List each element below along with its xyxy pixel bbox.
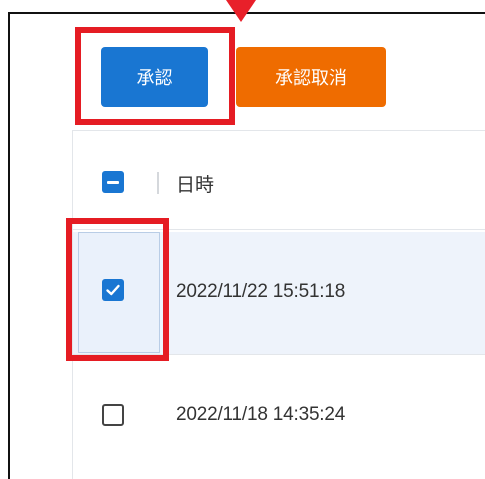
pointer-arrow-icon xyxy=(226,0,256,22)
row-checkbox[interactable] xyxy=(102,279,124,301)
select-all-checkbox[interactable] xyxy=(102,171,124,193)
column-divider xyxy=(157,172,159,194)
column-header-datetime[interactable]: 日時 xyxy=(176,170,214,197)
datetime-cell: 2022/11/22 15:51:18 xyxy=(176,281,346,302)
row-checkbox[interactable] xyxy=(102,404,124,426)
checkmark-icon xyxy=(106,284,120,296)
cancel-approval-button[interactable]: 承認取消 xyxy=(236,47,386,107)
datetime-cell: 2022/11/18 14:35:24 xyxy=(176,404,346,425)
approve-button[interactable]: 承認 xyxy=(101,47,208,107)
table-header xyxy=(73,137,485,230)
minus-icon xyxy=(107,180,119,184)
